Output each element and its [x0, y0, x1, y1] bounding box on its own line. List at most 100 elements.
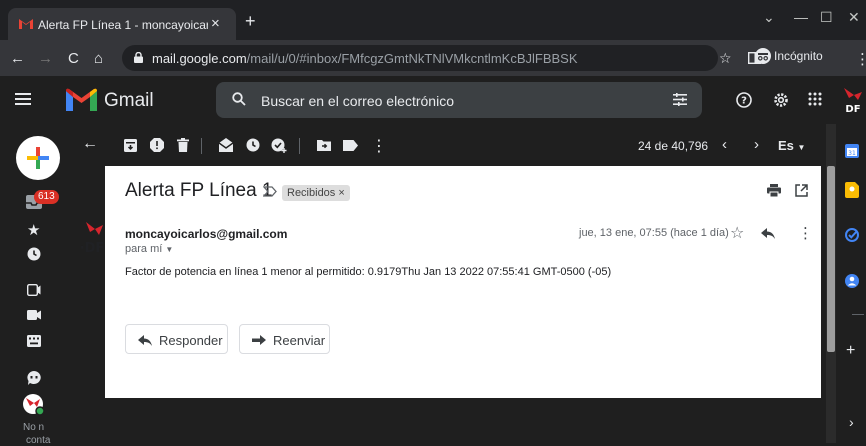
keyboard-icon[interactable]: [27, 335, 41, 347]
browser-tab-strip: Alerta FP Línea 1 - moncayoicarlos × + ⌄…: [0, 0, 866, 40]
recipient-caret-icon: ▼: [165, 245, 174, 254]
delete-icon[interactable]: [177, 138, 189, 152]
help-icon[interactable]: ?: [736, 92, 752, 108]
get-addons-icon[interactable]: +: [846, 342, 855, 360]
gmail-app-name: Gmail: [104, 90, 154, 111]
svg-text:·DF: ·DF: [80, 241, 105, 256]
new-tab-icon[interactable]: +: [245, 12, 256, 30]
message-more-icon[interactable]: ⋮: [798, 224, 813, 242]
svg-text:DF: DF: [845, 104, 860, 114]
incognito-icon: [755, 48, 771, 64]
reply-button[interactable]: Responder: [125, 324, 228, 354]
tab-search-chevron-icon[interactable]: ⌄: [763, 9, 775, 26]
chat-icon[interactable]: [27, 371, 41, 385]
forward-button[interactable]: Reenviar: [239, 324, 330, 354]
back-icon[interactable]: ←: [10, 50, 25, 67]
browser-menu-icon[interactable]: ⋮: [855, 50, 866, 68]
tab-title: Alerta FP Línea 1 - moncayoicarlos: [38, 18, 208, 32]
svg-text:?: ?: [741, 96, 747, 107]
toolbar-divider: [201, 138, 202, 154]
search-options-icon[interactable]: [673, 93, 687, 106]
message-toolbar: ← ⋮ 24 de 40,796 ‹ › Es ▼: [72, 124, 826, 166]
left-rail: 613 ★ No n conta: [0, 124, 72, 446]
tasks-icon[interactable]: [845, 228, 859, 242]
recipient-details[interactable]: para mí ▼: [125, 243, 173, 255]
back-to-inbox-icon[interactable]: ←: [82, 135, 98, 153]
reply-icon[interactable]: [761, 228, 775, 239]
settings-icon[interactable]: [773, 92, 789, 108]
account-avatar-icon[interactable]: DF: [840, 86, 866, 114]
search-icon[interactable]: [232, 92, 246, 106]
browser-tab[interactable]: Alerta FP Línea 1 - moncayoicarlos ×: [8, 8, 236, 40]
search-placeholder: Buscar en el correo electrónico: [261, 93, 454, 109]
label-icon[interactable]: [343, 140, 358, 151]
snoozed-icon[interactable]: [27, 247, 41, 261]
reply-label: Responder: [159, 333, 223, 348]
rail-status-label-2: conta: [26, 435, 51, 446]
contacts-icon[interactable]: [845, 274, 859, 288]
user-status-avatar-icon[interactable]: [23, 394, 45, 416]
maximize-icon[interactable]: ☐: [820, 9, 833, 26]
meet-join-icon[interactable]: [27, 310, 41, 320]
address-bar[interactable]: mail.google.com/mail/u/0/#inbox/FMfcgzGm…: [122, 45, 718, 71]
rail-status-label-1: No n: [23, 422, 45, 433]
language-label: Es: [778, 138, 794, 153]
mail-search-input[interactable]: Buscar en el correo electrónico: [216, 82, 702, 118]
gmail-header: Gmail Buscar en el correo electrónico ? …: [0, 76, 866, 124]
close-window-icon[interactable]: ✕: [848, 9, 860, 26]
forward-label: Reenviar: [273, 333, 326, 348]
mark-unread-icon[interactable]: [219, 138, 233, 152]
email-subject: Alerta FP Línea 1: [125, 180, 273, 201]
open-in-new-window-icon[interactable]: [795, 184, 808, 197]
lock-icon: [134, 52, 143, 63]
move-to-icon[interactable]: [317, 139, 331, 151]
sender-email[interactable]: moncayoicarlos@gmail.com: [125, 227, 287, 241]
show-side-panel-icon[interactable]: ›: [849, 414, 854, 430]
compose-button[interactable]: [16, 136, 60, 180]
side-panel: 31 + ›: [838, 124, 866, 443]
report-spam-icon[interactable]: [150, 138, 164, 152]
keep-icon[interactable]: [845, 182, 859, 198]
apps-grid-icon[interactable]: [808, 92, 822, 106]
importance-marker-icon[interactable]: [263, 186, 277, 197]
input-language-select[interactable]: Es ▼: [778, 138, 805, 153]
language-caret-icon: ▼: [797, 143, 806, 152]
archive-icon[interactable]: [124, 139, 137, 152]
snooze-icon[interactable]: [246, 138, 260, 152]
add-to-tasks-icon[interactable]: [271, 137, 287, 153]
scrollbar-thumb[interactable]: [827, 166, 835, 352]
incognito-label[interactable]: Incógnito: [774, 49, 823, 63]
gmail-favicon-icon: [19, 18, 33, 29]
url-path: /mail/u/0/#inbox/FMfcgzGmtNkTNlVMkcntlmK…: [246, 51, 578, 66]
older-email-icon[interactable]: ›: [754, 136, 759, 153]
email-date: jue, 13 ene, 07:55 (hace 1 día): [579, 227, 729, 239]
calendar-icon[interactable]: 31: [845, 144, 859, 158]
minimize-icon[interactable]: —: [794, 9, 808, 25]
email-body: Factor de potencia en línea 1 menor al p…: [125, 266, 612, 278]
more-actions-icon[interactable]: ⋮: [371, 136, 387, 156]
side-panel-divider: [852, 314, 864, 315]
tab-close-icon[interactable]: ×: [211, 15, 220, 32]
main-menu-icon[interactable]: [15, 93, 31, 105]
forward-icon[interactable]: →: [38, 50, 53, 67]
reply-arrow-icon: [138, 335, 152, 346]
sender-avatar-icon[interactable]: ·DF: [77, 218, 109, 258]
star-icon[interactable]: ☆: [730, 223, 744, 243]
bookmark-star-icon[interactable]: ☆: [719, 50, 732, 67]
print-icon[interactable]: [767, 184, 781, 197]
meet-new-icon[interactable]: [27, 284, 41, 296]
reload-icon[interactable]: C: [68, 50, 79, 67]
inbox-label-chip[interactable]: Recibidos ×: [282, 185, 350, 201]
browser-toolbar: ← → C ⌂ mail.google.com/mail/u/0/#inbox/…: [0, 40, 866, 76]
recipient-label: para mí: [125, 243, 163, 255]
newer-email-icon[interactable]: ‹: [722, 136, 727, 153]
toolbar-divider: [299, 138, 300, 154]
url-domain: mail.google.com: [152, 51, 247, 66]
svg-text:31: 31: [848, 150, 856, 157]
forward-arrow-icon: [252, 335, 266, 346]
starred-icon[interactable]: ★: [27, 221, 40, 239]
pagination-count: 24 de 40,796: [638, 139, 709, 153]
gmail-logo-icon[interactable]: [66, 88, 97, 111]
home-icon[interactable]: ⌂: [94, 50, 103, 67]
unread-badge: 613: [34, 190, 59, 204]
